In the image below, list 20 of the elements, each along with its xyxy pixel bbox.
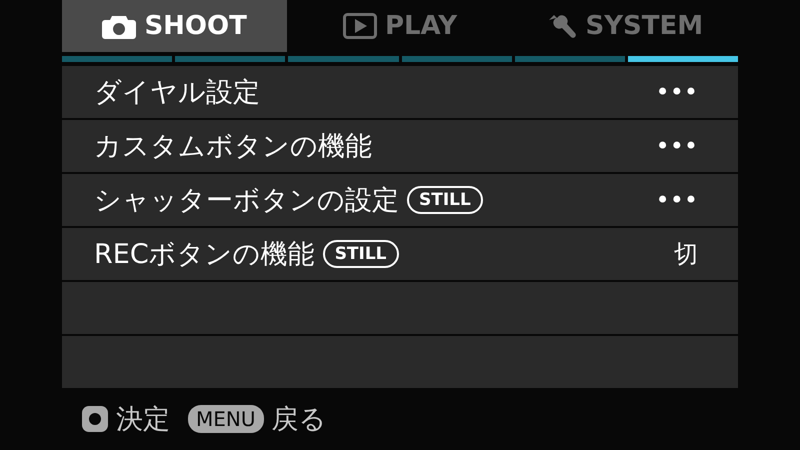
menu-tab[interactable]: PLAY: [287, 0, 513, 52]
menu-tab[interactable]: SHOOT: [62, 0, 288, 52]
menu-item-label[interactable]: カスタムボタンの機能: [94, 128, 372, 164]
wrench-icon: [547, 12, 578, 40]
menu-item-value: •••: [656, 78, 698, 106]
menu-item-label[interactable]: RECボタンの機能: [94, 236, 315, 272]
menu-item-value: •••: [656, 186, 698, 214]
menu-key: MENU: [188, 405, 264, 433]
menu-item-label[interactable]: シャッターボタンの設定: [94, 182, 399, 218]
menu-item-value: •••: [656, 132, 698, 160]
play-icon: [342, 13, 377, 39]
menu-item-value: 切: [674, 239, 698, 270]
still-badge: STILL: [407, 186, 483, 214]
footer-hint: 決定: [116, 403, 170, 437]
footer-hint: 戻る: [272, 403, 326, 437]
still-badge: STILL: [322, 240, 399, 268]
camera-icon: [102, 13, 136, 39]
button-icon: [82, 406, 108, 432]
menu-tab[interactable]: SYSTEM: [512, 0, 738, 52]
menu-item-label[interactable]: ダイヤル設定: [94, 74, 260, 110]
